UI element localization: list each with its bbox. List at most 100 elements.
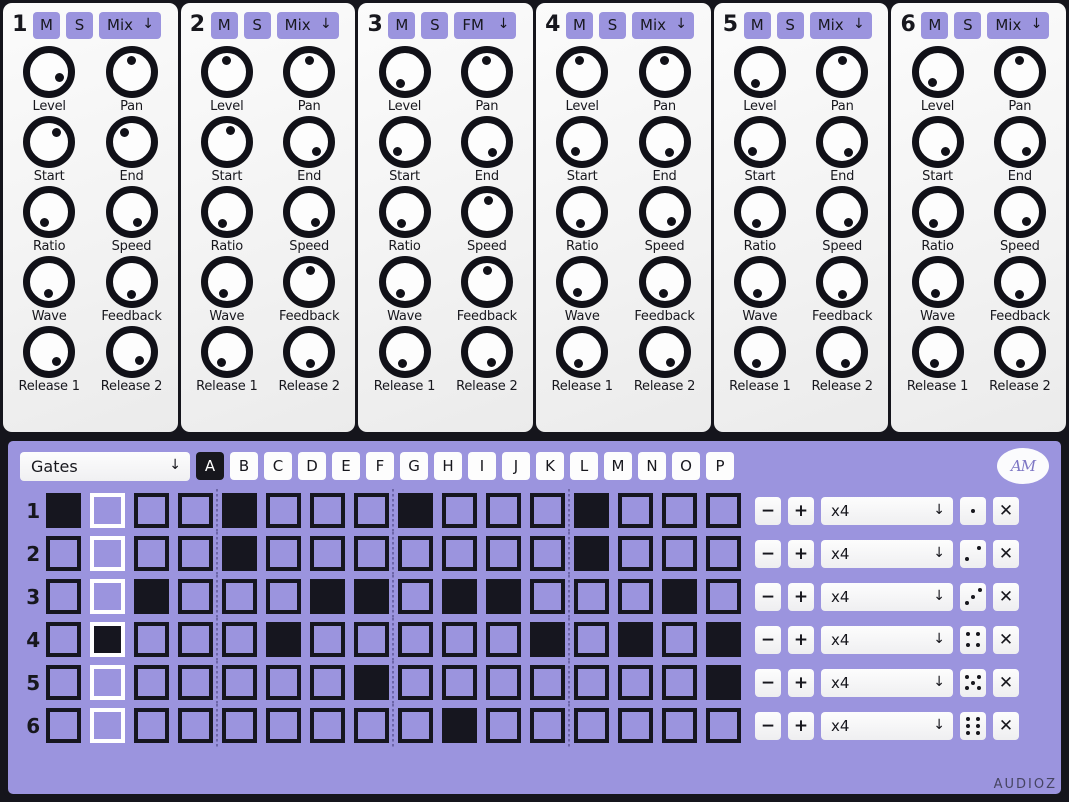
knob-speed[interactable] <box>460 186 513 238</box>
step-cell[interactable] <box>530 579 565 614</box>
knob-ratio[interactable] <box>378 186 431 238</box>
step-cell[interactable] <box>574 708 609 743</box>
randomize-dice-icon[interactable] <box>960 711 986 740</box>
pattern-button-I[interactable]: I <box>468 452 496 480</box>
increment-button[interactable]: + <box>788 582 814 611</box>
decrement-button[interactable]: − <box>755 711 781 740</box>
step-cell[interactable] <box>222 579 257 614</box>
step-cell[interactable] <box>134 708 169 743</box>
pattern-button-B[interactable]: B <box>230 452 258 480</box>
clear-row-button[interactable]: ✕ <box>993 668 1019 697</box>
step-cell[interactable] <box>662 708 697 743</box>
step-cell[interactable] <box>222 622 257 657</box>
step-cell[interactable] <box>706 493 741 528</box>
increment-button[interactable]: + <box>788 625 814 654</box>
randomize-dice-icon[interactable] <box>960 625 986 654</box>
clear-row-button[interactable]: ✕ <box>993 496 1019 525</box>
step-cell[interactable] <box>706 579 741 614</box>
step-cell[interactable] <box>90 708 125 743</box>
multiplier-select[interactable]: x4 ↓ <box>821 668 953 697</box>
step-cell[interactable] <box>354 665 389 700</box>
mute-button[interactable]: M <box>210 11 238 39</box>
knob-ratio[interactable] <box>556 186 609 238</box>
knob-ratio[interactable] <box>733 186 786 238</box>
step-cell[interactable] <box>46 536 81 571</box>
step-cell[interactable] <box>574 579 609 614</box>
step-cell[interactable] <box>90 579 125 614</box>
knob-feedback[interactable] <box>638 256 691 308</box>
step-cell[interactable] <box>618 622 653 657</box>
step-cell[interactable] <box>530 665 565 700</box>
randomize-dice-icon[interactable] <box>960 539 986 568</box>
pattern-button-G[interactable]: G <box>400 452 428 480</box>
step-cell[interactable] <box>266 622 301 657</box>
step-cell[interactable] <box>266 493 301 528</box>
step-cell[interactable] <box>706 536 741 571</box>
step-cell[interactable] <box>90 493 125 528</box>
step-cell[interactable] <box>222 665 257 700</box>
step-cell[interactable] <box>442 665 477 700</box>
knob-release-2[interactable] <box>816 326 869 378</box>
mute-button[interactable]: M <box>33 11 60 39</box>
step-cell[interactable] <box>354 622 389 657</box>
step-cell[interactable] <box>90 665 125 700</box>
knob-start[interactable] <box>200 116 253 168</box>
channel-mode-select[interactable]: Mix ↓ <box>987 11 1050 39</box>
step-cell[interactable] <box>706 622 741 657</box>
pattern-button-O[interactable]: O <box>672 452 700 480</box>
step-cell[interactable] <box>618 708 653 743</box>
knob-wave[interactable] <box>23 256 76 308</box>
channel-mode-select[interactable]: Mix ↓ <box>276 11 339 39</box>
knob-pan[interactable] <box>638 46 691 98</box>
step-cell[interactable] <box>530 493 565 528</box>
knob-start[interactable] <box>556 116 609 168</box>
step-cell[interactable] <box>310 579 345 614</box>
knob-start[interactable] <box>733 116 786 168</box>
solo-button[interactable]: S <box>776 11 804 39</box>
step-cell[interactable] <box>662 579 697 614</box>
knob-release-1[interactable] <box>556 326 609 378</box>
solo-button[interactable]: S <box>243 11 271 39</box>
channel-mode-select[interactable]: Mix ↓ <box>99 11 161 39</box>
step-cell[interactable] <box>398 622 433 657</box>
increment-button[interactable]: + <box>788 711 814 740</box>
step-cell[interactable] <box>134 622 169 657</box>
step-cell[interactable] <box>530 708 565 743</box>
step-cell[interactable] <box>574 665 609 700</box>
knob-feedback[interactable] <box>993 256 1046 308</box>
step-cell[interactable] <box>442 708 477 743</box>
step-cell[interactable] <box>46 665 81 700</box>
knob-speed[interactable] <box>638 186 691 238</box>
step-cell[interactable] <box>486 708 521 743</box>
step-cell[interactable] <box>178 622 213 657</box>
pattern-button-P[interactable]: P <box>706 452 734 480</box>
step-cell[interactable] <box>46 493 81 528</box>
knob-start[interactable] <box>378 116 431 168</box>
step-cell[interactable] <box>398 536 433 571</box>
knob-feedback[interactable] <box>105 256 158 308</box>
pattern-button-H[interactable]: H <box>434 452 462 480</box>
step-cell[interactable] <box>530 536 565 571</box>
step-cell[interactable] <box>398 665 433 700</box>
knob-end[interactable] <box>283 116 336 168</box>
clear-row-button[interactable]: ✕ <box>993 582 1019 611</box>
step-cell[interactable] <box>618 536 653 571</box>
step-cell[interactable] <box>178 708 213 743</box>
step-cell[interactable] <box>310 665 345 700</box>
step-cell[interactable] <box>618 665 653 700</box>
step-cell[interactable] <box>134 579 169 614</box>
solo-button[interactable]: S <box>421 11 449 39</box>
pattern-button-F[interactable]: F <box>366 452 394 480</box>
step-cell[interactable] <box>486 622 521 657</box>
channel-mode-select[interactable]: FM ↓ <box>454 11 517 39</box>
step-cell[interactable] <box>134 536 169 571</box>
step-cell[interactable] <box>178 536 213 571</box>
step-cell[interactable] <box>662 493 697 528</box>
sequencer-mode-select[interactable]: Gates ↓ <box>20 451 190 481</box>
knob-release-2[interactable] <box>460 326 513 378</box>
step-cell[interactable] <box>398 579 433 614</box>
knob-end[interactable] <box>460 116 513 168</box>
increment-button[interactable]: + <box>788 668 814 697</box>
step-cell[interactable] <box>222 536 257 571</box>
step-cell[interactable] <box>134 493 169 528</box>
